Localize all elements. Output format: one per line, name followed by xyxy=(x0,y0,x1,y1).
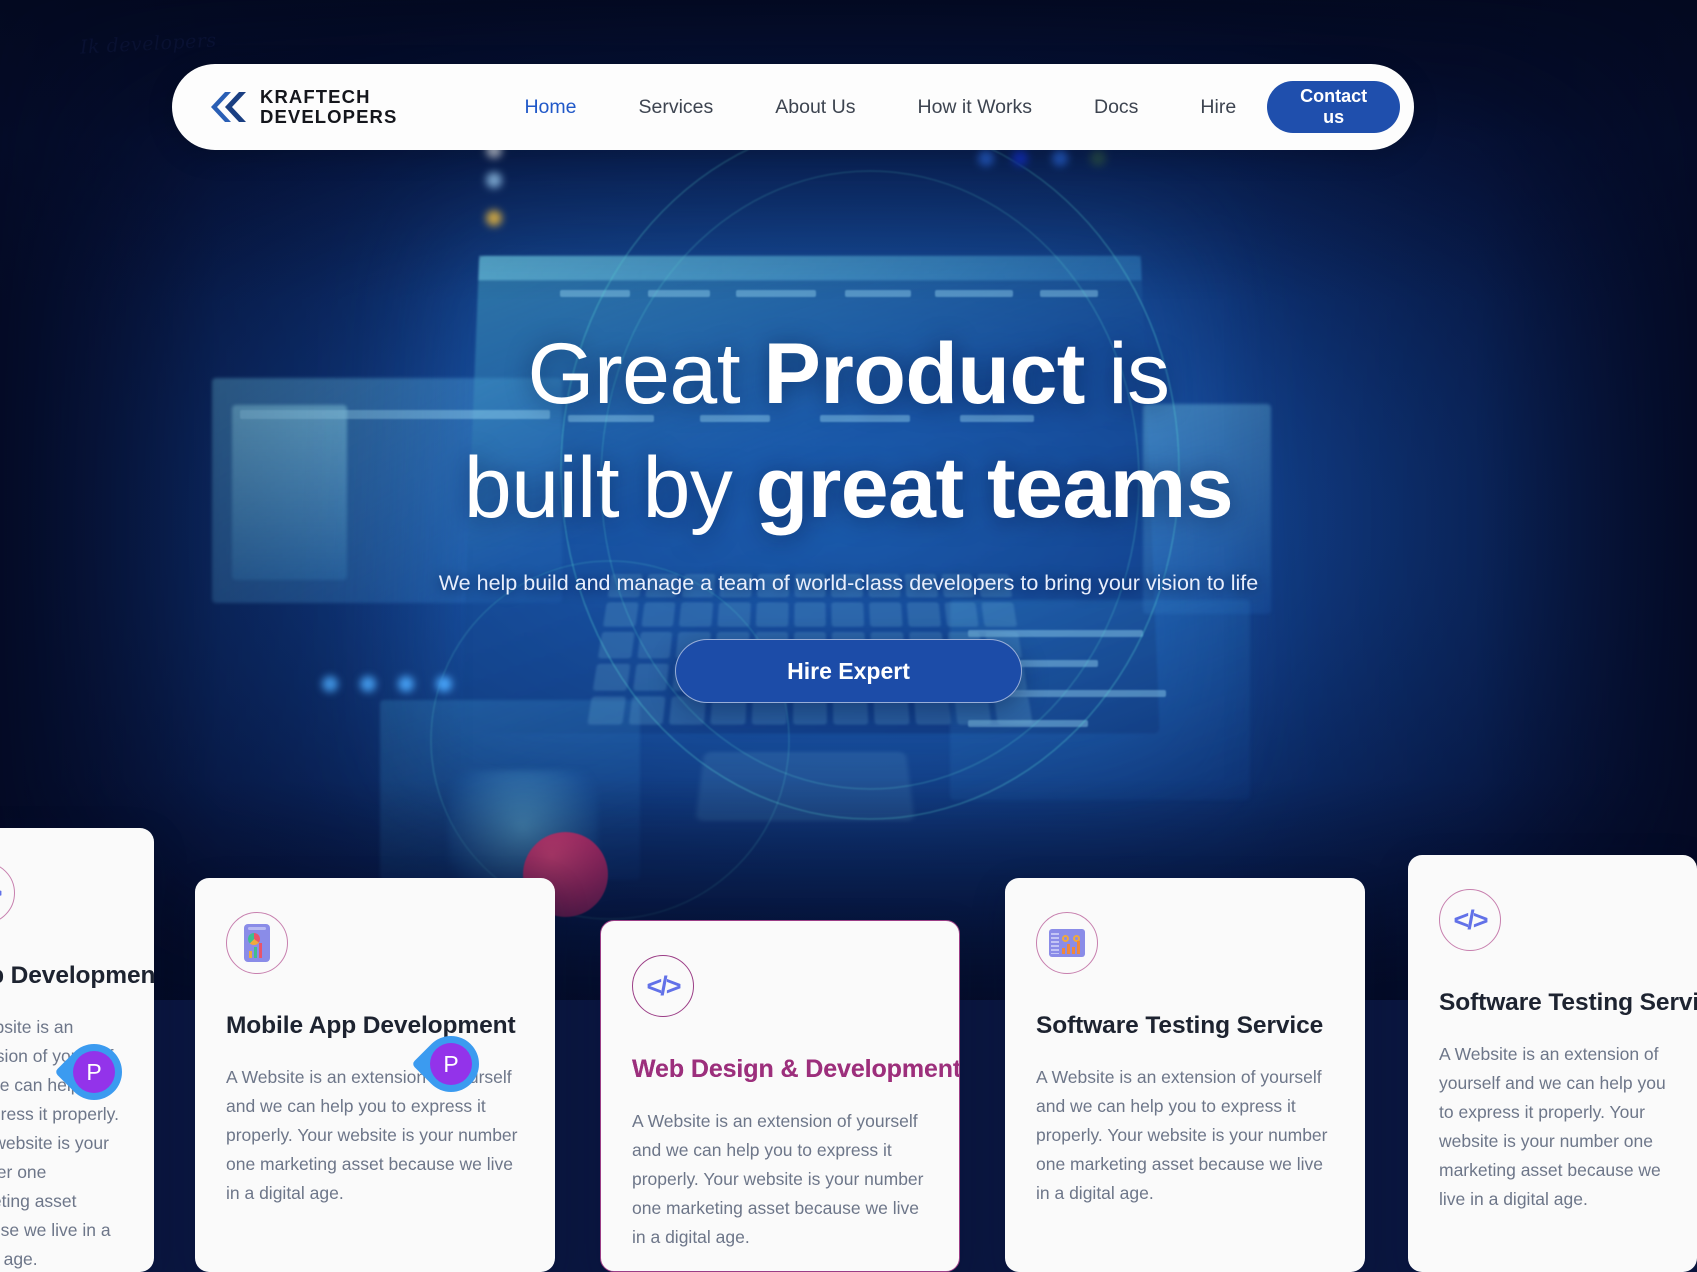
hero-title-line1: Great Product is xyxy=(527,326,1170,422)
page-root: Ik developers KRAFTECH DEVELOPERS Home S… xyxy=(0,0,1697,1272)
nav-item-hire[interactable]: Hire xyxy=(1169,96,1267,119)
nav-item-docs[interactable]: Docs xyxy=(1063,96,1169,119)
brand-line-1: KRAFTECH xyxy=(260,86,371,108)
nav-item-how-it-works[interactable]: How it Works xyxy=(886,96,1063,119)
card-body: A Website is an extension of yourself an… xyxy=(226,1067,518,1204)
code-icon: </> xyxy=(0,862,15,924)
nav-links: Home Services About Us How it Works Docs… xyxy=(493,96,1267,119)
code-icon: </> xyxy=(1439,889,1501,951)
card-title: Mobile App Development xyxy=(226,1012,516,1039)
brand-line-2: DEVELOPERS xyxy=(260,106,398,127)
card-title: Web Development xyxy=(0,962,154,989)
main-navbar: KRAFTECH DEVELOPERS Home Services About … xyxy=(172,64,1414,150)
cursor-pin-marker: P xyxy=(54,1032,134,1112)
window-chart-icon xyxy=(1036,912,1098,974)
hire-expert-button[interactable]: Hire Expert xyxy=(675,639,1022,704)
nav-item-about-us[interactable]: About Us xyxy=(744,96,886,119)
service-card-software-testing-service[interactable]: Software Testing Service A Website is an… xyxy=(1005,878,1365,1272)
hero-title: Great Product is built by great teams xyxy=(0,318,1697,545)
brand-wordmark: KRAFTECH DEVELOPERS xyxy=(260,87,397,126)
cursor-pin-label: P xyxy=(73,1051,115,1093)
hero-title-line2: built by great teams xyxy=(463,439,1234,536)
card-body: A Website is an extension of yourself an… xyxy=(632,1111,924,1248)
service-card-web-design-development[interactable]: </> Web Design & Development A Website i… xyxy=(600,920,960,1272)
service-card-mobile-app-development[interactable]: Mobile App Development A Website is an e… xyxy=(195,878,555,1272)
card-title: Software Testing Service xyxy=(1036,1012,1324,1039)
contact-us-button[interactable]: Contact us xyxy=(1267,81,1400,133)
double-chevron-logo-icon xyxy=(211,92,246,122)
card-title: Web Design & Development xyxy=(632,1055,960,1083)
cursor-pin-marker: P xyxy=(411,1024,491,1104)
hero-subtitle: We help build and manage a team of world… xyxy=(438,571,1259,596)
card-body: A Website is an extension of yourself an… xyxy=(1036,1067,1328,1204)
phone-chart-icon xyxy=(226,912,288,974)
card-title: Software Testing Service xyxy=(1439,989,1697,1016)
card-body: A Website is an extension of yourself an… xyxy=(1439,1044,1666,1210)
brand-logo[interactable]: KRAFTECH DEVELOPERS xyxy=(208,87,397,126)
service-card-software-testing-service-partial[interactable]: </> Software Testing Service A Website i… xyxy=(1408,855,1697,1272)
nav-item-services[interactable]: Services xyxy=(607,96,744,119)
code-icon: </> xyxy=(632,955,694,1017)
cursor-pin-label: P xyxy=(430,1043,472,1085)
nav-item-home[interactable]: Home xyxy=(493,96,607,119)
